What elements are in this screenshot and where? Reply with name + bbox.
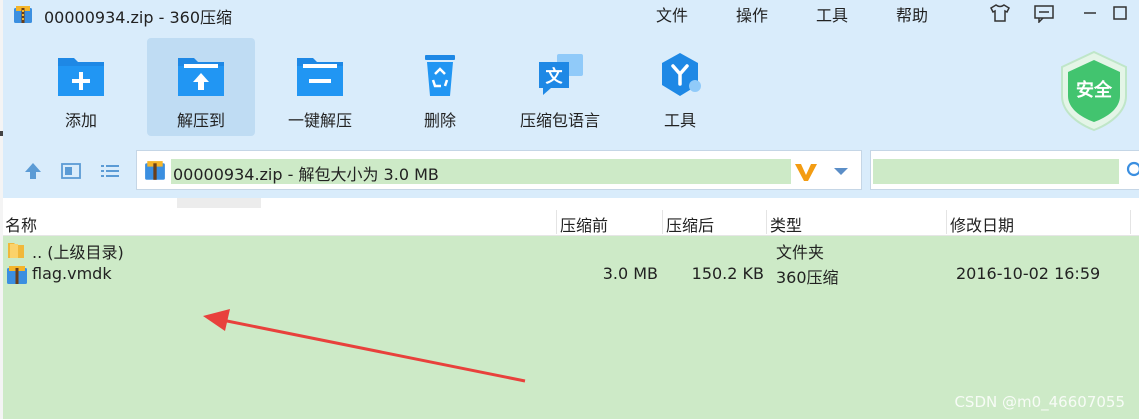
archive-language-button[interactable]: 文 压缩包语言 [506, 38, 614, 136]
svg-text:文: 文 [546, 66, 564, 87]
add-label: 添加 [64, 111, 97, 130]
address-path: 00000934.zip - 解包大小为 3.0 MB [173, 165, 439, 184]
window-title: 00000934.zip - 360压缩 [44, 8, 233, 27]
column-name[interactable]: 名称 [5, 212, 37, 236]
file-date: 2016-10-02 16:59 [956, 264, 1101, 283]
extract-to-button[interactable]: 解压到 [147, 38, 255, 136]
extract-to-label: 解压到 [176, 111, 225, 130]
file-size-after: 150.2 KB [691, 264, 764, 283]
up-button[interactable] [21, 158, 45, 184]
delete-label: 删除 [423, 111, 456, 130]
shirt-icon [990, 4, 1010, 22]
column-separator[interactable] [946, 210, 947, 234]
archive-file-icon [7, 266, 27, 284]
chevron-down-icon [834, 168, 848, 175]
list-item[interactable]: .. (上级目录) 文件夹 [0, 238, 1139, 262]
search-input[interactable] [870, 150, 1139, 190]
list-view-icon [101, 165, 119, 177]
column-separator[interactable] [556, 210, 557, 234]
security-badge-text: 安全 [1076, 79, 1113, 101]
file-name: flag.vmdk [32, 264, 112, 283]
language-icon: 文 [539, 54, 583, 95]
column-separator[interactable] [662, 210, 663, 234]
tools-button[interactable]: 工具 [626, 38, 734, 136]
tools-label: 工具 [663, 111, 696, 130]
folder-icon [8, 243, 24, 258]
column-type[interactable]: 类型 [770, 212, 802, 236]
menu-file[interactable]: 文件 [656, 2, 688, 26]
column-separator[interactable] [766, 210, 767, 234]
thumbnail-view-button[interactable] [59, 158, 83, 184]
title-bar: 00000934.zip - 360压缩 文件 操作 工具 帮助 [0, 0, 1139, 30]
archive-language-label: 压缩包语言 [519, 111, 600, 130]
column-date[interactable]: 修改日期 [950, 212, 1014, 236]
v-logo-icon[interactable] [793, 161, 819, 183]
left-edge [0, 0, 3, 419]
file-size-before: 3.0 MB [602, 264, 658, 283]
archive-app-icon [14, 6, 32, 23]
search-icon[interactable] [1125, 160, 1139, 180]
minimize-button[interactable] [1076, 2, 1104, 24]
search-highlight [873, 159, 1119, 184]
menu-operation[interactable]: 操作 [736, 2, 768, 26]
file-list: .. (上级目录) 文件夹 flag.vmdk 3.0 MB 150.2 KB … [0, 236, 1139, 419]
maximize-icon [1113, 6, 1127, 20]
feedback-button[interactable] [1030, 2, 1058, 24]
add-button[interactable]: 添加 [27, 38, 135, 136]
security-shield-icon[interactable]: 安全 [1058, 50, 1130, 132]
delete-button[interactable]: 删除 [386, 38, 494, 136]
one-click-extract-label: 一键解压 [287, 111, 352, 130]
maximize-button[interactable] [1106, 2, 1134, 24]
file-type: 文件夹 [776, 243, 825, 262]
message-icon [1034, 5, 1054, 23]
menu-tools[interactable]: 工具 [816, 2, 848, 26]
file-name: .. (上级目录) [32, 243, 124, 262]
column-before[interactable]: 压缩前 [560, 212, 608, 236]
address-dropdown-button[interactable] [831, 163, 851, 181]
address-bar[interactable]: 00000934.zip - 解包大小为 3.0 MB [136, 150, 862, 190]
tools-icon [662, 53, 701, 96]
skin-button[interactable] [986, 2, 1014, 24]
app-window: 00000934.zip - 360压缩 文件 操作 工具 帮助 添加 解压到 … [0, 0, 1139, 419]
minimize-icon [1084, 12, 1096, 14]
menu-help[interactable]: 帮助 [896, 2, 928, 26]
list-item[interactable]: flag.vmdk 3.0 MB 150.2 KB 360压缩 2016-10-… [0, 263, 1139, 287]
watermark: CSDN @m0_46607055 [954, 393, 1125, 411]
arrow-up-icon [25, 163, 41, 179]
archive-icon [145, 161, 165, 180]
column-after[interactable]: 压缩后 [666, 212, 714, 236]
add-folder-icon [58, 58, 104, 96]
column-separator[interactable] [1130, 210, 1131, 234]
file-type: 360压缩 [776, 268, 839, 287]
list-header: 名称 压缩前 压缩后 类型 修改日期 [0, 208, 1139, 236]
one-click-extract-button[interactable]: 一键解压 [266, 38, 374, 136]
extract-folder-icon [178, 58, 224, 96]
divider-strip [0, 198, 1139, 208]
recycle-bin-icon [425, 55, 455, 96]
one-click-extract-icon [297, 58, 343, 96]
thumbnail-view-icon [61, 163, 81, 179]
list-view-button[interactable] [98, 158, 122, 184]
